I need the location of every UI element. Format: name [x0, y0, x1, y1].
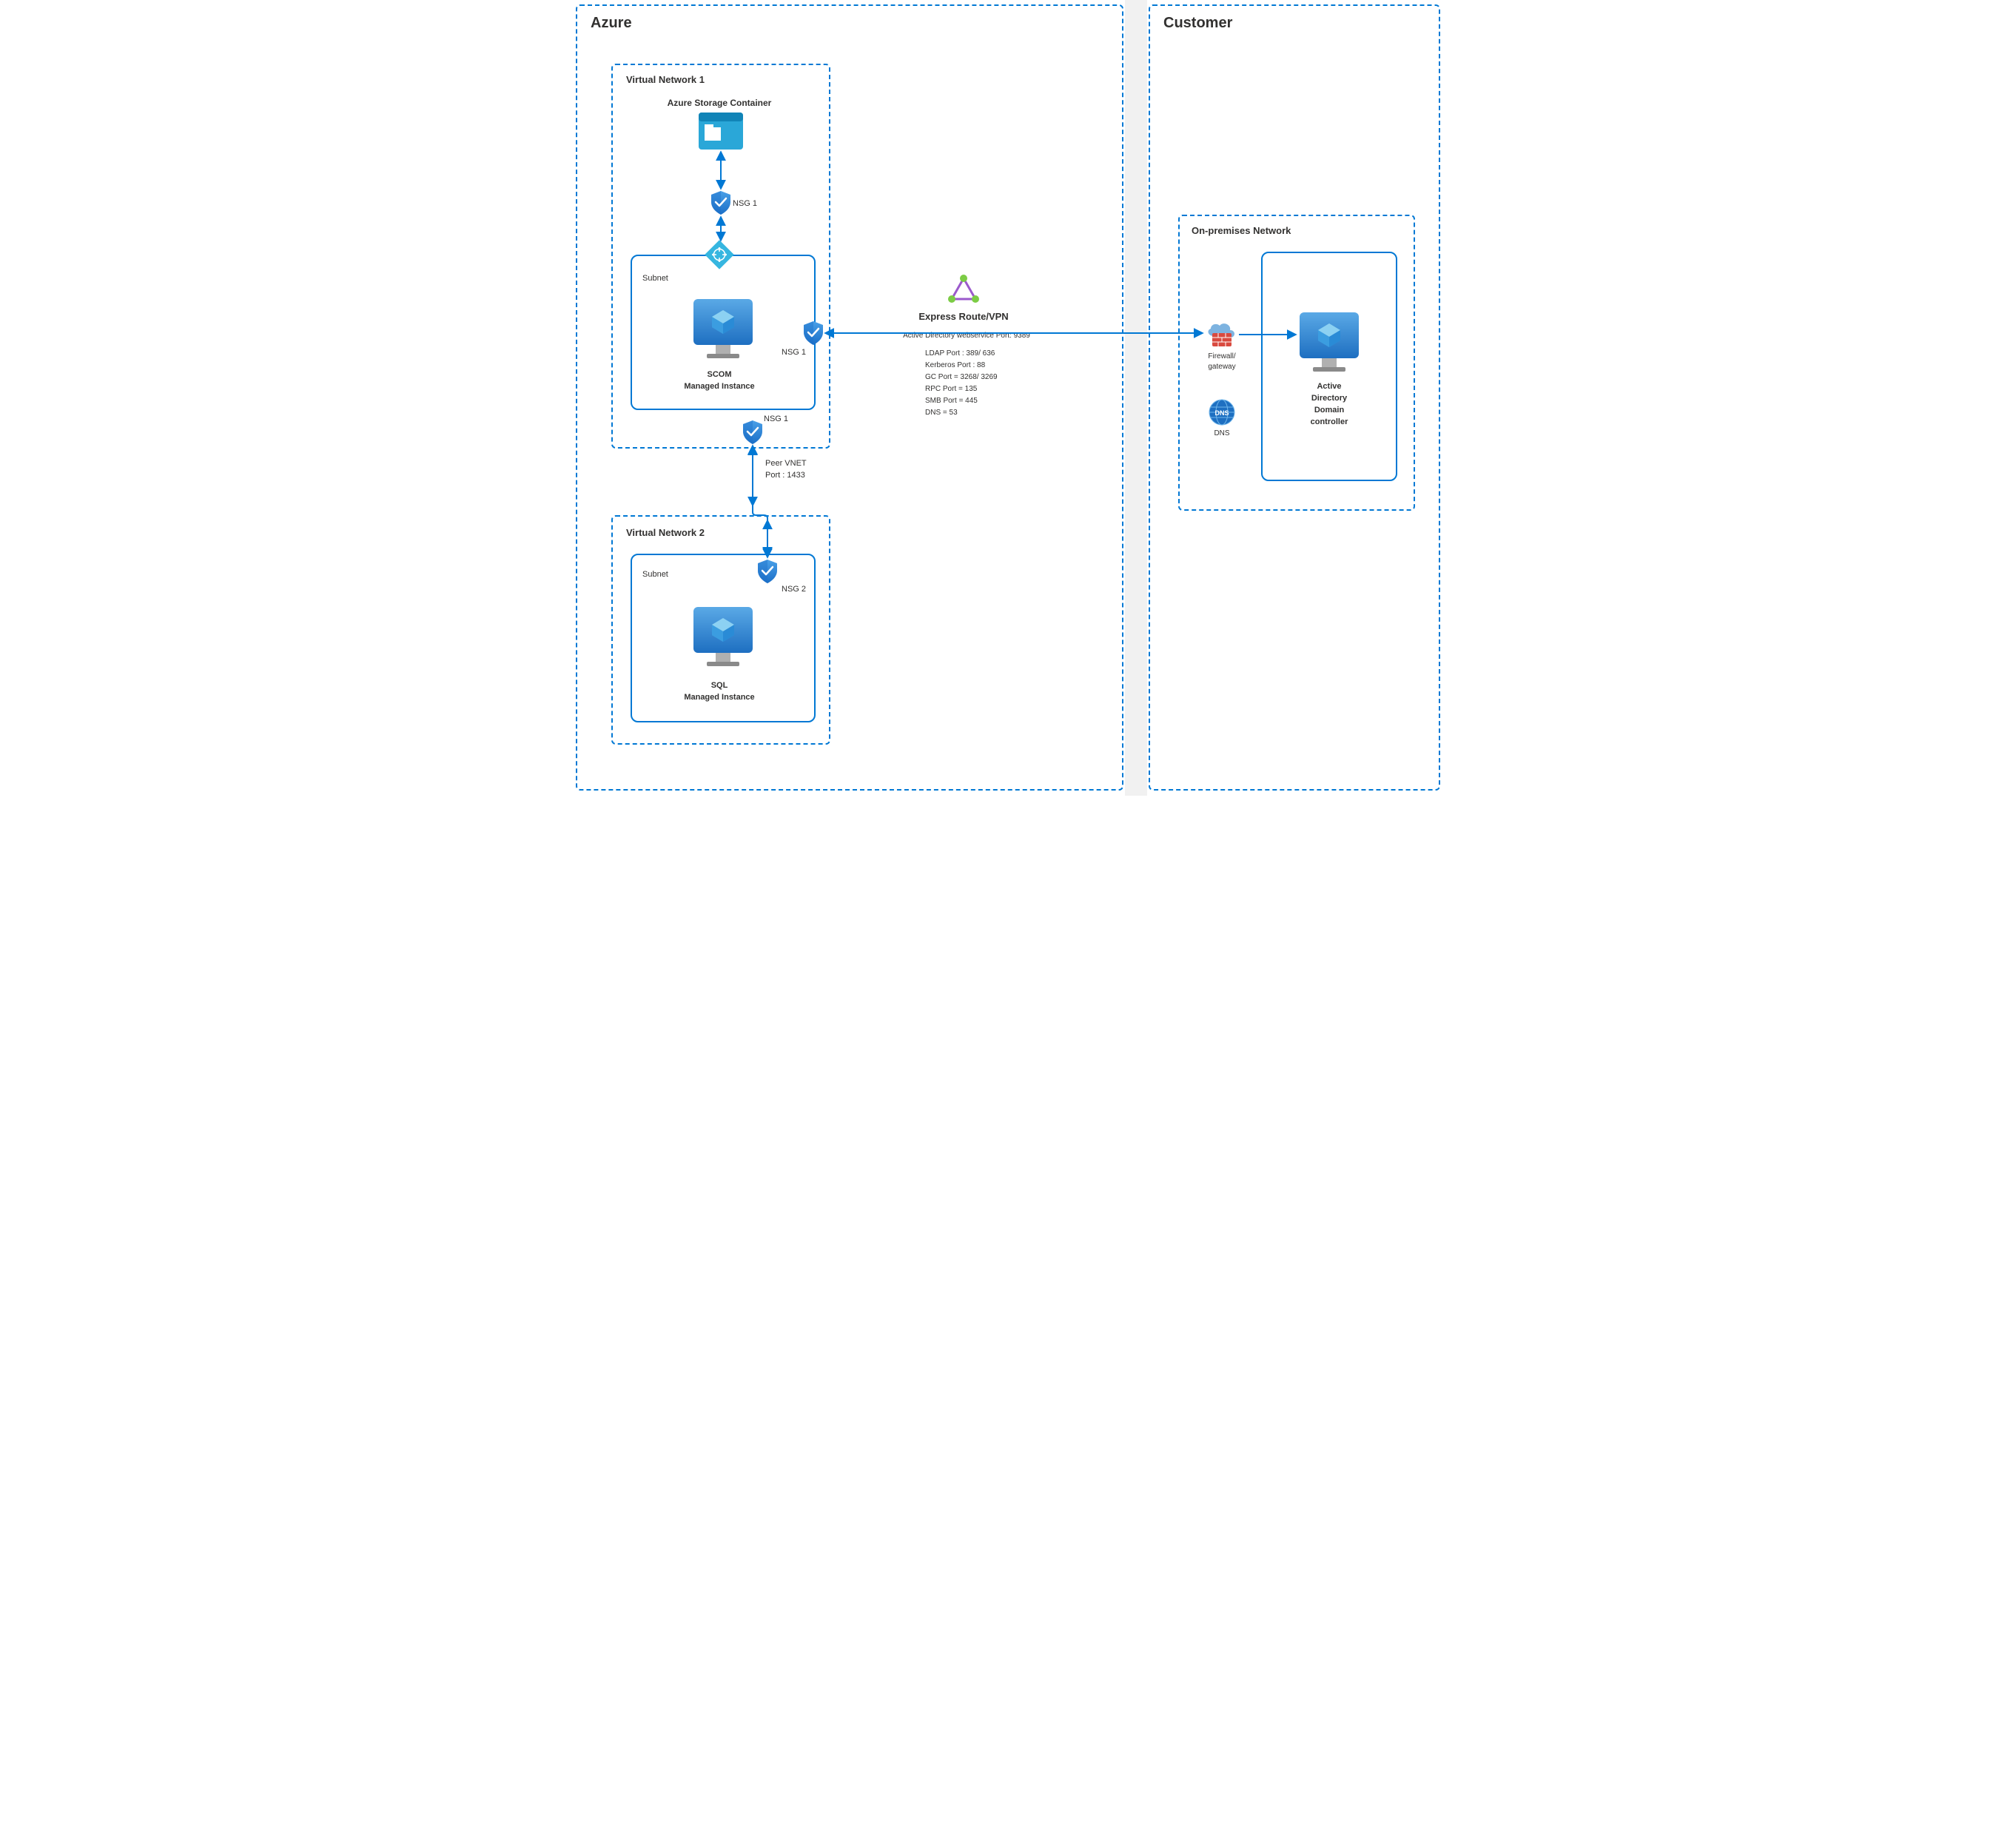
- firewall-label-2: gateway: [1200, 363, 1243, 371]
- ad-webservice-port: Active Directory webservice Port: 9389: [882, 332, 1051, 340]
- port-0: LDAP Port : 389/ 636: [925, 349, 995, 358]
- nsg1-right-label: NSG 1: [782, 348, 806, 357]
- sql-label-2: Managed Instance: [660, 693, 779, 702]
- dns-label: DNS: [1205, 429, 1239, 437]
- addc-label-4: controller: [1282, 417, 1377, 426]
- sql-label-1: SQL: [660, 681, 779, 690]
- addc-label-2: Directory: [1282, 394, 1377, 403]
- port-2: GC Port = 3268/ 3269: [925, 373, 998, 381]
- addc-label-3: Domain: [1282, 406, 1377, 415]
- addc-box: [1261, 252, 1397, 481]
- port-3: RPC Port = 135: [925, 385, 977, 393]
- vnet1-title: Virtual Network 1: [626, 74, 705, 85]
- onprem-title: On-premises Network: [1192, 225, 1291, 236]
- nsg1-top-label: NSG 1: [733, 199, 757, 208]
- nsg1-bottom-label: NSG 1: [764, 415, 788, 423]
- firewall-label-1: Firewall/: [1200, 352, 1243, 360]
- port-5: DNS = 53: [925, 409, 958, 417]
- port-4: SMB Port = 445: [925, 397, 978, 405]
- peer-label-1: Peer VNET: [765, 459, 807, 468]
- storage-label: Azure Storage Container: [645, 98, 793, 108]
- separator-strip: [1125, 0, 1147, 796]
- scom-label-1: SCOM: [660, 370, 779, 379]
- nsg2-label: NSG 2: [782, 585, 806, 594]
- express-route-title: Express Route/VPN: [890, 311, 1038, 322]
- vnet2-subnet-label: Subnet: [642, 570, 668, 579]
- vnet2-title: Virtual Network 2: [626, 527, 705, 538]
- vnet1-subnet-label: Subnet: [642, 274, 668, 283]
- customer-title: Customer: [1163, 15, 1232, 32]
- addc-label-1: Active: [1282, 382, 1377, 391]
- diagram-canvas: Azure Customer Virtual Network 1 Azure S…: [571, 0, 1445, 796]
- port-1: Kerberos Port : 88: [925, 361, 985, 369]
- azure-title: Azure: [591, 15, 632, 32]
- peer-label-2: Port : 1433: [765, 471, 805, 480]
- scom-label-2: Managed Instance: [660, 382, 779, 391]
